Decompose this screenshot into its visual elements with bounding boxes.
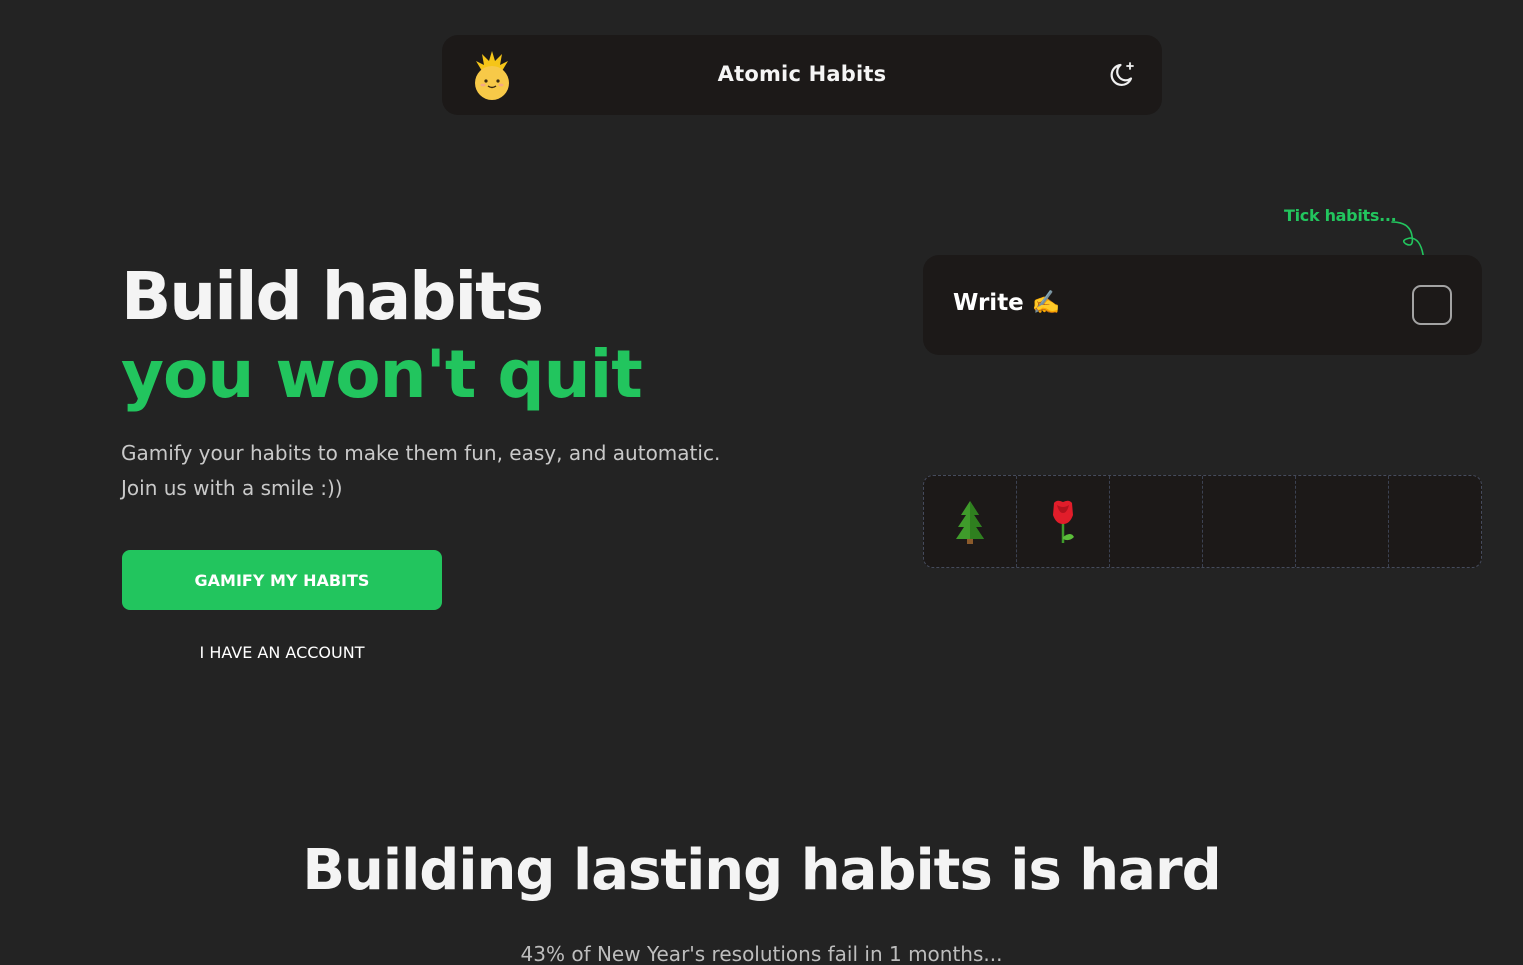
habit-card: Write ✍️ <box>923 255 1482 355</box>
habit-checkbox[interactable] <box>1412 285 1452 325</box>
rose-icon <box>1053 500 1074 543</box>
gamify-my-habits-button[interactable]: GAMIFY MY HABITS <box>122 550 442 610</box>
landing-page: Atomic Habits Build habits you won't qui… <box>0 0 1523 965</box>
moon-icon <box>1110 62 1134 87</box>
garden-cell <box>1296 476 1389 567</box>
navbar: Atomic Habits <box>442 35 1162 115</box>
garden-cell <box>1203 476 1296 567</box>
hero-title-line2: you won't quit <box>121 336 643 413</box>
hero-title: Build habits you won't quit <box>121 258 643 414</box>
garden-cell <box>1017 476 1110 567</box>
theme-toggle-button[interactable] <box>1108 60 1138 90</box>
section-subtitle: 43% of New Year's resolutions fail in 1 … <box>520 942 1003 965</box>
habit-garden <box>923 475 1482 568</box>
section-title: Building lasting habits is hard <box>302 838 1221 903</box>
garden-cell <box>1389 476 1481 567</box>
garden-cell <box>1110 476 1203 567</box>
hero-title-line1: Build habits <box>121 258 544 335</box>
habit-name: Write ✍️ <box>953 290 1061 316</box>
i-have-an-account-button[interactable]: I HAVE AN ACCOUNT <box>122 632 442 672</box>
tree-icon <box>956 500 984 544</box>
app-title: Atomic Habits <box>717 62 887 86</box>
hero-subtitle-line1: Gamify your habits to make them fun, eas… <box>121 441 721 465</box>
garden-cell <box>924 476 1017 567</box>
hero-subtitle: Gamify your habits to make them fun, eas… <box>121 436 761 506</box>
tick-habits-annotation: Tick habits... <box>1284 206 1397 225</box>
hero-subtitle-line2: Join us with a smile :)) <box>121 476 343 500</box>
